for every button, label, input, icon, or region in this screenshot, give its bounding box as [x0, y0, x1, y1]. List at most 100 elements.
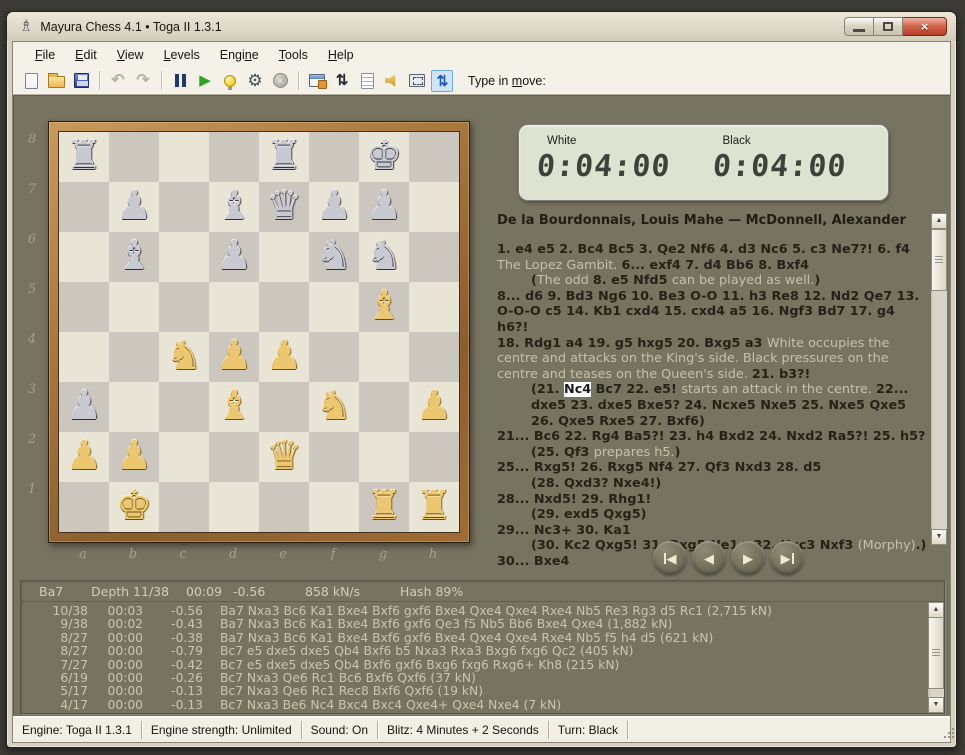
square-f1[interactable]: [309, 482, 359, 532]
move-text[interactable]: (28. Qxd3? Nxe4!): [531, 476, 661, 491]
square-c6[interactable]: [159, 232, 209, 282]
move-text[interactable]: (25. Qf3: [531, 445, 594, 460]
menu-file[interactable]: File: [25, 45, 65, 65]
board-size-button[interactable]: [406, 70, 428, 92]
move-text[interactable]: 28... Nxd5! 29. Rhg1!: [497, 492, 651, 507]
square-h1[interactable]: ♜: [409, 482, 459, 532]
undo-button[interactable]: ↶: [107, 70, 129, 92]
black-piece-r[interactable]: ♜: [259, 132, 309, 182]
move-text[interactable]: 8. e5 Nfd5: [593, 273, 672, 288]
square-a4[interactable]: [59, 332, 109, 382]
move-text[interactable]: ): [675, 445, 681, 460]
square-h8[interactable]: [409, 132, 459, 182]
next-move-button[interactable]: ▶: [731, 541, 765, 575]
settings-button[interactable]: ⚙: [244, 70, 266, 92]
square-b7[interactable]: ♟: [109, 182, 159, 232]
square-b6[interactable]: ♝: [109, 232, 159, 282]
move-text[interactable]: 18. Rdg1 a4 19. g5 hxg5 20. Bxg5 a3: [497, 336, 767, 351]
scroll-thumb[interactable]: [931, 229, 947, 291]
square-b8[interactable]: [109, 132, 159, 182]
white-piece-r[interactable]: ♜: [409, 482, 459, 532]
new-game-button[interactable]: [20, 70, 42, 92]
square-e7[interactable]: ♛: [259, 182, 309, 232]
square-h5[interactable]: [409, 282, 459, 332]
square-e2[interactable]: ♛: [259, 432, 309, 482]
analysis-row[interactable]: 9/3800:02-0.43Ba7 Nxa3 Bc6 Ka1 Bxe4 Bxf6…: [21, 618, 944, 631]
square-h2[interactable]: [409, 432, 459, 482]
black-piece-r[interactable]: ♜: [59, 132, 109, 182]
square-b5[interactable]: [109, 282, 159, 332]
sound-button[interactable]: [381, 70, 403, 92]
move-text[interactable]: 29... Nc3+ 30. Ka1: [497, 523, 631, 538]
move-text[interactable]: 30... Bxe4: [497, 554, 569, 569]
black-piece-q[interactable]: ♛: [259, 182, 309, 232]
analysis-row[interactable]: 8/2700:00-0.38Ba7 Nxa3 Bc6 Ka1 Bxe4 Bxf6…: [21, 632, 944, 645]
black-piece-k[interactable]: ♚: [359, 132, 409, 182]
menu-levels[interactable]: Levels: [154, 45, 210, 65]
square-a1[interactable]: [59, 482, 109, 532]
redo-button[interactable]: ↷: [132, 70, 154, 92]
move-text[interactable]: 8... d6 9. Bd3 Ng6 10. Be3 O-O 11. h3 Re…: [497, 289, 919, 335]
square-g1[interactable]: ♜: [359, 482, 409, 532]
analysis-row[interactable]: 8/2700:00-0.79Bc7 e5 dxe5 dxe5 Qb4 Bxf6 …: [21, 645, 944, 658]
black-piece-p[interactable]: ♟: [209, 232, 259, 282]
white-piece-b[interactable]: ♝: [209, 382, 259, 432]
white-piece-n[interactable]: ♞: [309, 382, 359, 432]
square-b2[interactable]: ♟: [109, 432, 159, 482]
square-d3[interactable]: ♝: [209, 382, 259, 432]
square-c1[interactable]: [159, 482, 209, 532]
square-a7[interactable]: [59, 182, 109, 232]
menu-engine[interactable]: Engine: [210, 45, 269, 65]
square-d8[interactable]: [209, 132, 259, 182]
square-e6[interactable]: [259, 232, 309, 282]
square-a3[interactable]: ♟: [59, 382, 109, 432]
flip-board-button[interactable]: ⇄: [431, 70, 453, 92]
square-f3[interactable]: ♞: [309, 382, 359, 432]
square-a5[interactable]: [59, 282, 109, 332]
square-a2[interactable]: ♟: [59, 432, 109, 482]
close-button[interactable]: ×: [903, 17, 947, 36]
square-e5[interactable]: [259, 282, 309, 332]
scroll-up-button[interactable]: ▲: [928, 602, 944, 618]
first-move-button[interactable]: ◀: [653, 541, 687, 575]
properties-button[interactable]: [306, 70, 328, 92]
square-c3[interactable]: [159, 382, 209, 432]
square-c5[interactable]: [159, 282, 209, 332]
square-c7[interactable]: [159, 182, 209, 232]
last-move-button[interactable]: ▶: [770, 541, 804, 575]
white-piece-p[interactable]: ♟: [409, 382, 459, 432]
square-g8[interactable]: ♚: [359, 132, 409, 182]
resize-grip[interactable]: [944, 736, 946, 738]
white-piece-k[interactable]: ♚: [109, 482, 159, 532]
move-text[interactable]: 25... Rxg5! 26. Rxg5 Nf4 27. Qf3 Nxd3 28…: [497, 460, 821, 475]
square-g7[interactable]: ♟: [359, 182, 409, 232]
analysis-row[interactable]: 7/2700:00-0.42Bc7 e5 dxe5 dxe5 Qb4 Bxf6 …: [21, 659, 944, 672]
save-button[interactable]: [70, 70, 92, 92]
square-e1[interactable]: [259, 482, 309, 532]
square-c4[interactable]: ♞: [159, 332, 209, 382]
black-piece-n[interactable]: ♞: [359, 232, 409, 282]
menu-help[interactable]: Help: [318, 45, 364, 65]
move-text[interactable]: 6... exf4 7. d4 Bb6 8. Bxf4: [621, 258, 809, 273]
white-piece-p[interactable]: ♟: [259, 332, 309, 382]
move-text[interactable]: Bc7 22. e5!: [591, 382, 681, 397]
square-f8[interactable]: [309, 132, 359, 182]
square-b1[interactable]: ♚: [109, 482, 159, 532]
scroll-up-button[interactable]: ▲: [931, 213, 947, 229]
move-text[interactable]: 21... Bc6 22. Rg4 Ba5?! 23. h4 Bxd2 24. …: [497, 429, 925, 444]
square-d7[interactable]: ♝: [209, 182, 259, 232]
square-g5[interactable]: ♝: [359, 282, 409, 332]
engine-scrollbar[interactable]: ▲ ▼: [928, 602, 944, 713]
square-a8[interactable]: ♜: [59, 132, 109, 182]
black-piece-p[interactable]: ♟: [359, 182, 409, 232]
square-f7[interactable]: ♟: [309, 182, 359, 232]
square-d4[interactable]: ♟: [209, 332, 259, 382]
white-piece-q[interactable]: ♛: [259, 432, 309, 482]
notation-button[interactable]: [356, 70, 378, 92]
title-bar[interactable]: ♗ Mayura Chess 4.1 • Toga II 1.3.1 ×: [7, 12, 956, 41]
current-move-highlight[interactable]: Nc4: [564, 382, 591, 397]
open-button[interactable]: [45, 70, 67, 92]
square-g6[interactable]: ♞: [359, 232, 409, 282]
square-e3[interactable]: [259, 382, 309, 432]
analysis-row[interactable]: 5/1700:00-0.13Bc7 Nxa3 Qe6 Rc1 Rec8 Bxf6…: [21, 685, 944, 698]
